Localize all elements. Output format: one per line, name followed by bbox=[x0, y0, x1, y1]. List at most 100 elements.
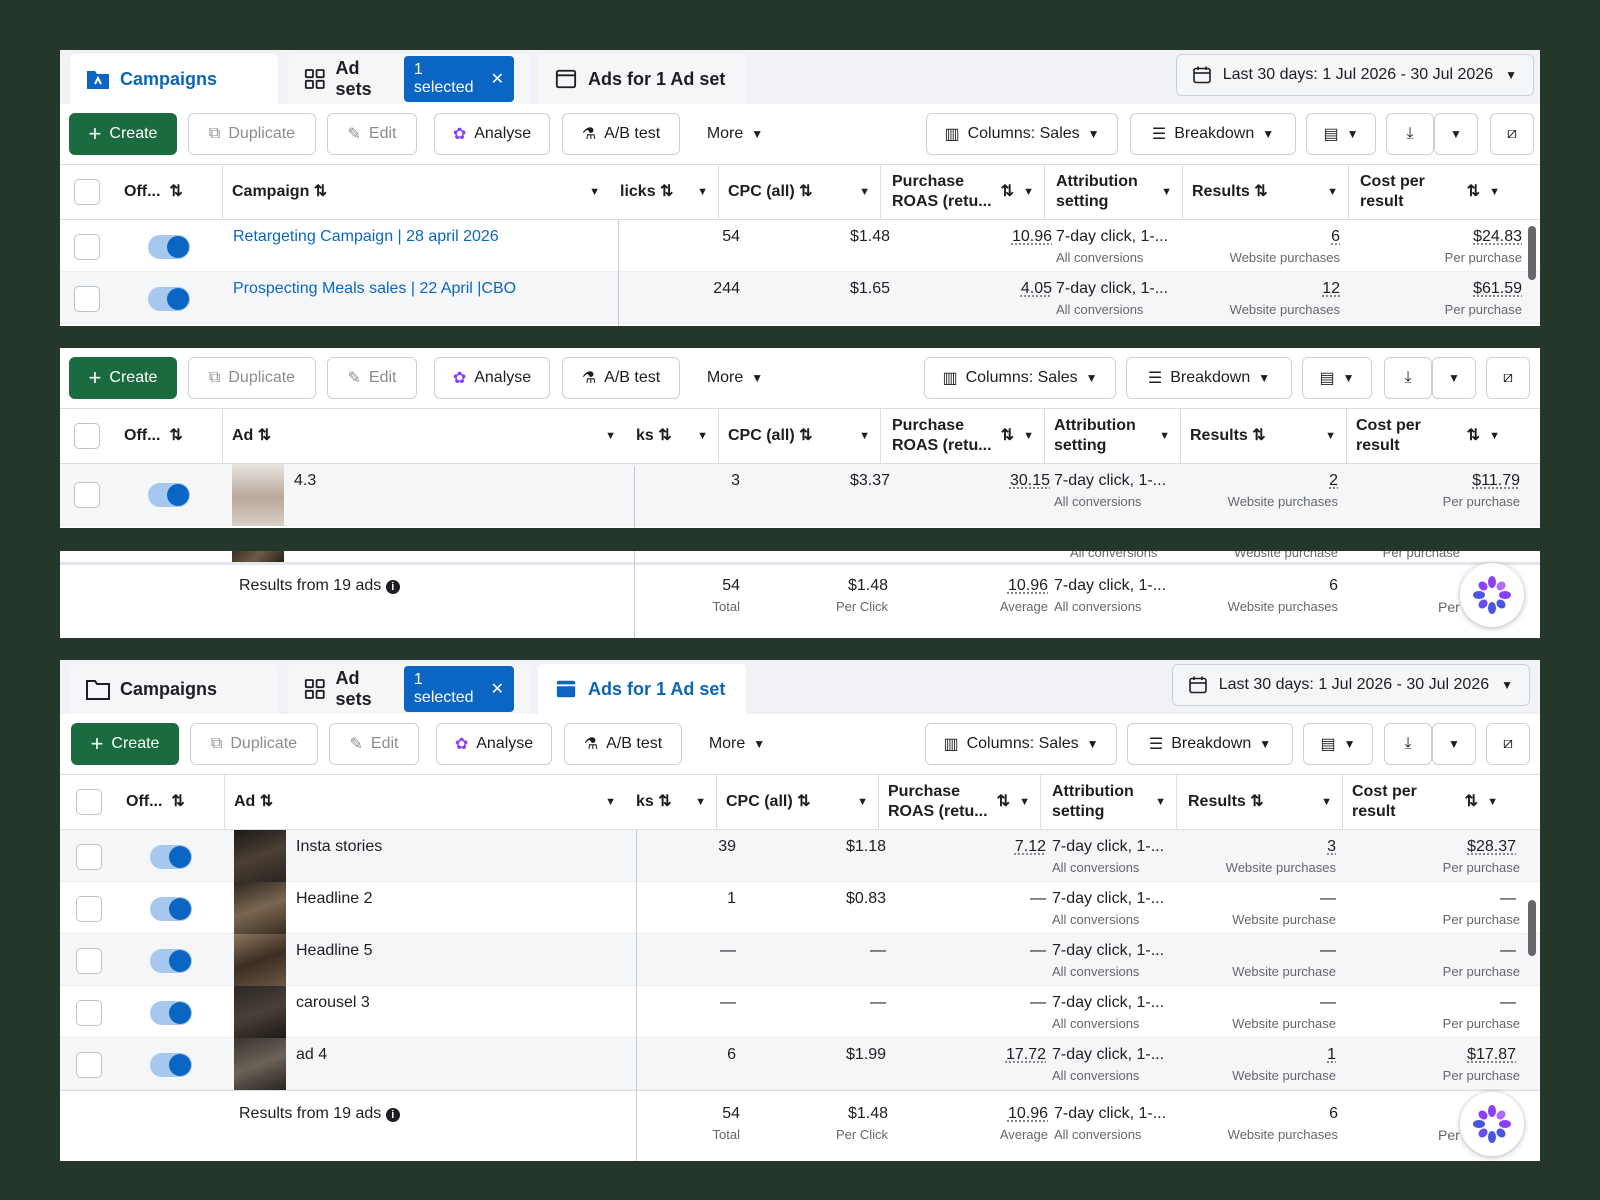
selected-badge[interactable]: 1 selected ✕ bbox=[403, 56, 514, 102]
col-cpc[interactable]: CPC (all) ⇅ ▼ bbox=[718, 409, 880, 463]
breakdown-button[interactable]: ☰ Breakdown ▼ bbox=[1127, 723, 1293, 765]
analyse-button[interactable]: ✿ Analyse bbox=[434, 357, 550, 399]
results-value[interactable]: 2 bbox=[1329, 472, 1338, 490]
scrollbar[interactable] bbox=[1528, 900, 1536, 956]
date-range-picker[interactable]: Last 30 days: 1 Jul 2026 - 30 Jul 2026 ▼ bbox=[1171, 664, 1530, 706]
summary-roas[interactable]: 10.96 bbox=[1008, 577, 1048, 595]
table-row[interactable]: Insta stories 39 $1.18 7.12 7-day click, 1-.… bbox=[60, 830, 1540, 882]
on-off-toggle[interactable] bbox=[150, 1001, 192, 1025]
col-attribution[interactable]: Attribution setting ▼ bbox=[1046, 165, 1182, 219]
roas-value[interactable]: 30.15 bbox=[1010, 472, 1050, 490]
info-icon[interactable]: i bbox=[385, 1108, 400, 1122]
table-row[interactable]: Headline 2 1 $0.83 — 7-day click, 1-... All c… bbox=[60, 882, 1540, 934]
cost-per-result-value[interactable]: $61.59 bbox=[1473, 280, 1522, 298]
ad-thumbnail[interactable] bbox=[234, 830, 286, 882]
col-cpc[interactable]: CPC (all) ⇅ ▼ bbox=[718, 165, 880, 219]
ab-test-button[interactable]: ⚗ A/B test bbox=[562, 357, 680, 399]
on-off-toggle[interactable] bbox=[150, 1053, 192, 1077]
roas-value[interactable]: 7.12 bbox=[1015, 838, 1046, 856]
scrollbar[interactable] bbox=[1528, 226, 1536, 280]
on-off-toggle[interactable] bbox=[150, 897, 192, 921]
col-clicks[interactable]: ks ⇅ ▼ bbox=[626, 409, 718, 463]
col-attribution[interactable]: Attribution setting ▼ bbox=[1042, 775, 1176, 829]
charts-button[interactable]: ⧄ bbox=[1486, 723, 1530, 765]
ad-thumbnail[interactable] bbox=[232, 464, 284, 526]
reports-button[interactable]: ▤ ▼ bbox=[1302, 357, 1372, 399]
col-results[interactable]: Results ⇅ ▼ bbox=[1180, 409, 1346, 463]
on-off-toggle[interactable] bbox=[150, 949, 192, 973]
duplicate-button[interactable]: ⧉ Duplicate bbox=[188, 357, 316, 399]
on-off-toggle[interactable] bbox=[148, 483, 190, 507]
ab-test-button[interactable]: ⚗ A/B test bbox=[564, 723, 682, 765]
roas-value[interactable]: 4.05 bbox=[1021, 280, 1052, 298]
edit-button[interactable]: ✎ Edit bbox=[327, 357, 417, 399]
create-button[interactable]: + Create bbox=[69, 357, 177, 399]
more-button[interactable]: More ▼ bbox=[692, 723, 782, 765]
col-clicks[interactable]: ks ⇅ ▼ bbox=[626, 775, 716, 829]
col-roas[interactable]: Purchase ROAS (retu... ⇅ ▼ bbox=[878, 775, 1040, 829]
duplicate-button[interactable]: ⧉ Duplicate bbox=[190, 723, 318, 765]
analyse-button[interactable]: ✿ Analyse bbox=[434, 113, 550, 155]
cost-per-result-value[interactable]: — bbox=[1500, 942, 1516, 960]
ai-assistant-button[interactable] bbox=[1460, 1092, 1524, 1156]
cost-per-result-value[interactable]: $11.79 bbox=[1472, 472, 1520, 490]
col-campaign[interactable]: Campaign ⇅ ▼ bbox=[222, 165, 610, 219]
table-row[interactable]: carousel 3 — — — 7-day click, 1-... All conve… bbox=[60, 986, 1540, 1038]
col-cost-per-result[interactable]: Cost per result ⇅ ▼ bbox=[1346, 409, 1510, 463]
row-checkbox[interactable] bbox=[76, 1052, 102, 1078]
columns-button[interactable]: ▥ Columns: Sales ▼ bbox=[926, 113, 1118, 155]
col-clicks[interactable]: licks ⇅ ▼ bbox=[610, 165, 718, 219]
export-dropdown-button[interactable]: ▼ bbox=[1434, 113, 1478, 155]
results-value[interactable]: 1 bbox=[1327, 1046, 1336, 1064]
results-value[interactable]: — bbox=[1320, 994, 1336, 1012]
create-button[interactable]: + Create bbox=[71, 723, 179, 765]
summary-roas[interactable]: 10.96 bbox=[1008, 1105, 1048, 1123]
ad-thumbnail[interactable] bbox=[234, 1038, 286, 1090]
table-row[interactable]: Prospecting Meals sales | 22 April |CBO … bbox=[60, 272, 1540, 324]
col-ad[interactable]: Ad ⇅ ▼ bbox=[224, 775, 626, 829]
columns-button[interactable]: ▥ Columns: Sales ▼ bbox=[924, 357, 1116, 399]
charts-button[interactable]: ⧄ bbox=[1486, 357, 1530, 399]
select-all-checkbox[interactable] bbox=[74, 423, 100, 449]
ad-name[interactable]: Insta stories bbox=[296, 838, 382, 856]
ad-name[interactable]: Headline 5 bbox=[296, 942, 373, 960]
export-button[interactable]: ⤓ bbox=[1384, 723, 1432, 765]
row-checkbox[interactable] bbox=[76, 1000, 102, 1026]
export-button[interactable]: ⤓ bbox=[1384, 357, 1432, 399]
table-row[interactable]: Retargeting Campaign | 28 april 2026 54 … bbox=[60, 220, 1540, 272]
cost-per-result-value[interactable]: $28.37 bbox=[1467, 838, 1516, 856]
col-roas[interactable]: Purchase ROAS (retu... ⇅ ▼ bbox=[882, 165, 1044, 219]
select-all-checkbox[interactable] bbox=[76, 789, 102, 815]
results-value[interactable]: — bbox=[1320, 942, 1336, 960]
ai-assistant-button[interactable] bbox=[1460, 563, 1524, 627]
table-row[interactable]: ad 4 6 $1.99 17.72 7-day click, 1-... All con… bbox=[60, 1038, 1540, 1090]
cost-per-result-value[interactable]: — bbox=[1500, 890, 1516, 908]
table-row[interactable]: 4.3 3 $3.37 30.15 7-day click, 1-... All… bbox=[60, 464, 1540, 526]
col-off[interactable]: Off... ⇅ bbox=[116, 775, 222, 829]
on-off-toggle[interactable] bbox=[148, 287, 190, 311]
reports-button[interactable]: ▤ ▼ bbox=[1303, 723, 1373, 765]
results-value[interactable]: — bbox=[1320, 890, 1336, 908]
col-cost-per-result[interactable]: Cost per result ⇅ ▼ bbox=[1342, 775, 1508, 829]
row-checkbox[interactable] bbox=[74, 234, 100, 260]
edit-button[interactable]: ✎ Edit bbox=[329, 723, 419, 765]
info-icon[interactable]: i bbox=[385, 580, 400, 594]
cost-per-result-value[interactable]: $17.87 bbox=[1467, 1046, 1516, 1064]
ab-test-button[interactable]: ⚗ A/B test bbox=[562, 113, 680, 155]
ad-thumbnail[interactable] bbox=[234, 934, 286, 986]
col-results[interactable]: Results ⇅ ▼ bbox=[1182, 165, 1348, 219]
breakdown-button[interactable]: ☰ Breakdown ▼ bbox=[1126, 357, 1292, 399]
row-checkbox[interactable] bbox=[76, 896, 102, 922]
on-off-toggle[interactable] bbox=[150, 845, 192, 869]
cost-per-result-value[interactable]: — bbox=[1500, 994, 1516, 1012]
results-value[interactable]: 12 bbox=[1322, 280, 1340, 298]
col-off[interactable]: Off... ⇅ bbox=[114, 409, 220, 463]
reports-button[interactable]: ▤ ▼ bbox=[1306, 113, 1376, 155]
roas-value[interactable]: 10.96 bbox=[1012, 228, 1052, 246]
cost-per-result-value[interactable]: $24.83 bbox=[1473, 228, 1522, 246]
row-checkbox[interactable] bbox=[74, 482, 100, 508]
select-all-checkbox[interactable] bbox=[74, 179, 100, 205]
duplicate-button[interactable]: ⧉ Duplicate bbox=[188, 113, 316, 155]
ad-name[interactable]: 4.3 bbox=[294, 472, 316, 490]
ad-name[interactable]: ad 4 bbox=[296, 1046, 327, 1064]
